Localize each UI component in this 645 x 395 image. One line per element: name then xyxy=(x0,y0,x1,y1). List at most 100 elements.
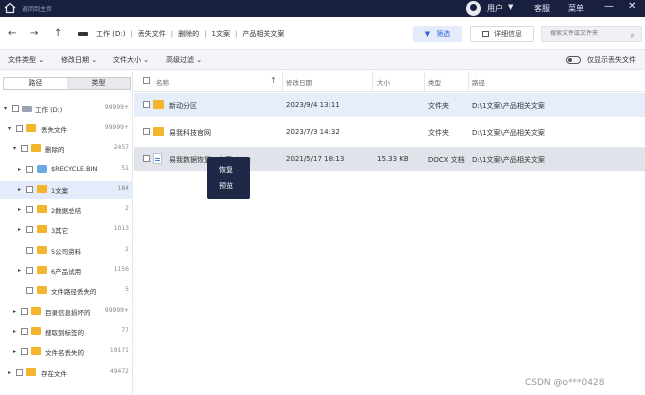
column-divider[interactable] xyxy=(424,71,425,92)
row-checkbox[interactable] xyxy=(143,101,150,108)
details-label: 详细信息 xyxy=(494,30,522,38)
customer-service-button[interactable]: 客服 xyxy=(534,3,550,14)
column-path[interactable]: 路径 xyxy=(472,77,485,87)
menu-button[interactable]: 菜单 xyxy=(568,3,584,14)
tree-checkbox[interactable] xyxy=(16,125,23,132)
tree-item[interactable]: ▸ 搜取到标签的 77 xyxy=(0,323,133,341)
breadcrumb-item[interactable]: 1文案 xyxy=(209,29,233,39)
recover-menu-item[interactable]: 恢复 xyxy=(219,165,233,175)
expand-arrow-icon[interactable]: ▸ xyxy=(18,186,21,193)
username[interactable]: 用户 xyxy=(487,3,503,14)
tree-item[interactable]: ▸ 2数据总结 2 xyxy=(0,201,133,219)
tree-checkbox[interactable] xyxy=(21,308,28,315)
tree-checkbox[interactable] xyxy=(21,348,28,355)
table-header: 名称 ↑ 修改日期 大小 类型 路径 xyxy=(134,71,645,92)
minimize-icon[interactable]: — xyxy=(604,1,614,12)
tree-item-selected[interactable]: ▸ 1文案 184 xyxy=(0,181,133,199)
tree-checkbox[interactable] xyxy=(16,369,23,376)
advanced-filter[interactable]: 高级过滤 ⌄ xyxy=(166,55,202,65)
tree-checkbox[interactable] xyxy=(26,287,33,294)
tree-checkbox[interactable] xyxy=(21,328,28,335)
tab-path[interactable]: 路径 xyxy=(4,78,67,89)
expand-arrow-icon[interactable]: ▾ xyxy=(4,105,7,112)
search-input[interactable] xyxy=(550,30,630,37)
tree-item[interactable]: ▸ 目录信息损坏的 99999+ xyxy=(0,303,133,321)
column-name[interactable]: 名称 xyxy=(156,77,169,87)
row-checkbox[interactable] xyxy=(143,155,150,162)
expand-arrow-icon[interactable]: ▸ xyxy=(18,166,21,173)
tree-checkbox[interactable] xyxy=(21,145,28,152)
tree-checkbox[interactable] xyxy=(26,166,33,173)
table-row[interactable]: 易我科技官网 2023/7/3 14:32 文件夹 D:\1文案\产品相关文案 xyxy=(134,120,645,144)
column-divider[interactable] xyxy=(468,71,469,92)
column-date[interactable]: 修改日期 xyxy=(286,77,312,87)
tree-item[interactable]: ▸ 存在文件 49472 xyxy=(0,364,133,382)
show-lost-only-toggle[interactable] xyxy=(566,56,581,64)
filter-button[interactable]: ▼ 筛选 xyxy=(413,26,462,42)
tab-type[interactable]: 类型 xyxy=(67,78,130,89)
sort-up-icon[interactable]: ↑ xyxy=(270,76,277,85)
tree-item[interactable]: ▾ 丢失文件 99999+ xyxy=(0,120,133,138)
expand-arrow-icon[interactable]: ▸ xyxy=(8,369,11,376)
column-divider[interactable] xyxy=(282,71,283,92)
tree-item[interactable]: ▸ $RECYCLE.BIN 51 xyxy=(0,161,133,179)
file-path: D:\1文案\产品相关文案 xyxy=(472,156,545,164)
tree-label: 文件名丢失的 xyxy=(45,349,84,357)
breadcrumb-item[interactable]: 丢失文件 xyxy=(135,29,169,39)
up-arrow-icon[interactable]: ↑ xyxy=(54,28,62,39)
back-arrow-icon[interactable]: ← xyxy=(8,28,16,39)
tree-checkbox[interactable] xyxy=(26,226,33,233)
expand-arrow-icon[interactable]: ▸ xyxy=(18,206,21,213)
tree-checkbox[interactable] xyxy=(26,186,33,193)
details-button[interactable]: 详细信息 xyxy=(470,26,534,42)
tree-checkbox[interactable] xyxy=(26,247,33,254)
drive-icon xyxy=(78,32,88,36)
search-box[interactable]: ⌕ xyxy=(541,26,642,42)
tree-item[interactable]: ▸ 6产品试用 1156 xyxy=(0,262,133,280)
search-icon[interactable]: ⌕ xyxy=(631,29,635,43)
select-all-checkbox[interactable] xyxy=(143,77,150,84)
breadcrumb-item[interactable]: 工作 (D:) xyxy=(93,29,128,39)
tree-checkbox[interactable] xyxy=(26,206,33,213)
breadcrumb-item[interactable]: 删除的 xyxy=(175,29,202,39)
tree-item[interactable]: ▸ 3其它 1013 xyxy=(0,221,133,239)
chevron-down-icon[interactable]: ▼ xyxy=(508,3,513,11)
table-row[interactable]: 新动分区 2023/9/4 13:11 文件夹 D:\1文案\产品相关文案 xyxy=(134,93,645,117)
back-to-home-link[interactable]: 返回到主页 xyxy=(22,4,52,13)
recycle-bin-icon xyxy=(37,165,47,173)
column-type[interactable]: 类型 xyxy=(428,77,441,87)
column-size[interactable]: 大小 xyxy=(377,77,390,87)
file-size-filter[interactable]: 文件大小 ⌄ xyxy=(113,55,149,65)
tree-count: 1156 xyxy=(113,266,129,273)
tree-count: 51 xyxy=(121,165,129,172)
forward-arrow-icon[interactable]: → xyxy=(30,28,38,39)
column-divider[interactable] xyxy=(372,71,373,92)
tree-count: 1013 xyxy=(113,225,129,232)
tree-item[interactable]: ▾ 删除的 2457 xyxy=(0,140,133,158)
tree-checkbox[interactable] xyxy=(12,105,19,112)
expand-arrow-icon[interactable]: ▾ xyxy=(8,125,11,132)
tree-count: 99999+ xyxy=(104,104,129,111)
avatar[interactable] xyxy=(466,1,481,16)
file-type-filter[interactable]: 文件类型 ⌄ xyxy=(8,55,44,65)
expand-arrow-icon[interactable]: ▸ xyxy=(13,328,16,335)
tree-item[interactable]: ▸ 文件名丢失的 19171 xyxy=(0,343,133,361)
context-menu: 恢复 预览 xyxy=(207,157,250,199)
close-icon[interactable]: ✕ xyxy=(628,1,636,12)
tree-item[interactable]: ▾ 工作 (D:) 99999+ xyxy=(0,100,133,118)
modified-date-filter[interactable]: 修改日期 ⌄ xyxy=(61,55,97,65)
expand-arrow-icon[interactable]: ▸ xyxy=(18,226,21,233)
expand-arrow-icon[interactable]: ▾ xyxy=(13,145,16,152)
file-type: DOCX 文档 xyxy=(428,156,465,164)
preview-menu-item[interactable]: 预览 xyxy=(219,181,233,191)
expand-arrow-icon[interactable]: ▸ xyxy=(18,267,21,274)
tree-item[interactable]: 5公司资料 2 xyxy=(0,242,133,260)
breadcrumb-item[interactable]: 产品相关文案 xyxy=(239,29,287,39)
home-icon[interactable] xyxy=(4,2,16,14)
expand-arrow-icon[interactable]: ▸ xyxy=(13,348,16,355)
expand-arrow-icon[interactable]: ▸ xyxy=(13,308,16,315)
row-checkbox[interactable] xyxy=(143,128,150,135)
tree-item[interactable]: 文件路径丢失的 5 xyxy=(0,282,133,300)
drive-icon xyxy=(22,106,32,112)
tree-checkbox[interactable] xyxy=(26,267,33,274)
